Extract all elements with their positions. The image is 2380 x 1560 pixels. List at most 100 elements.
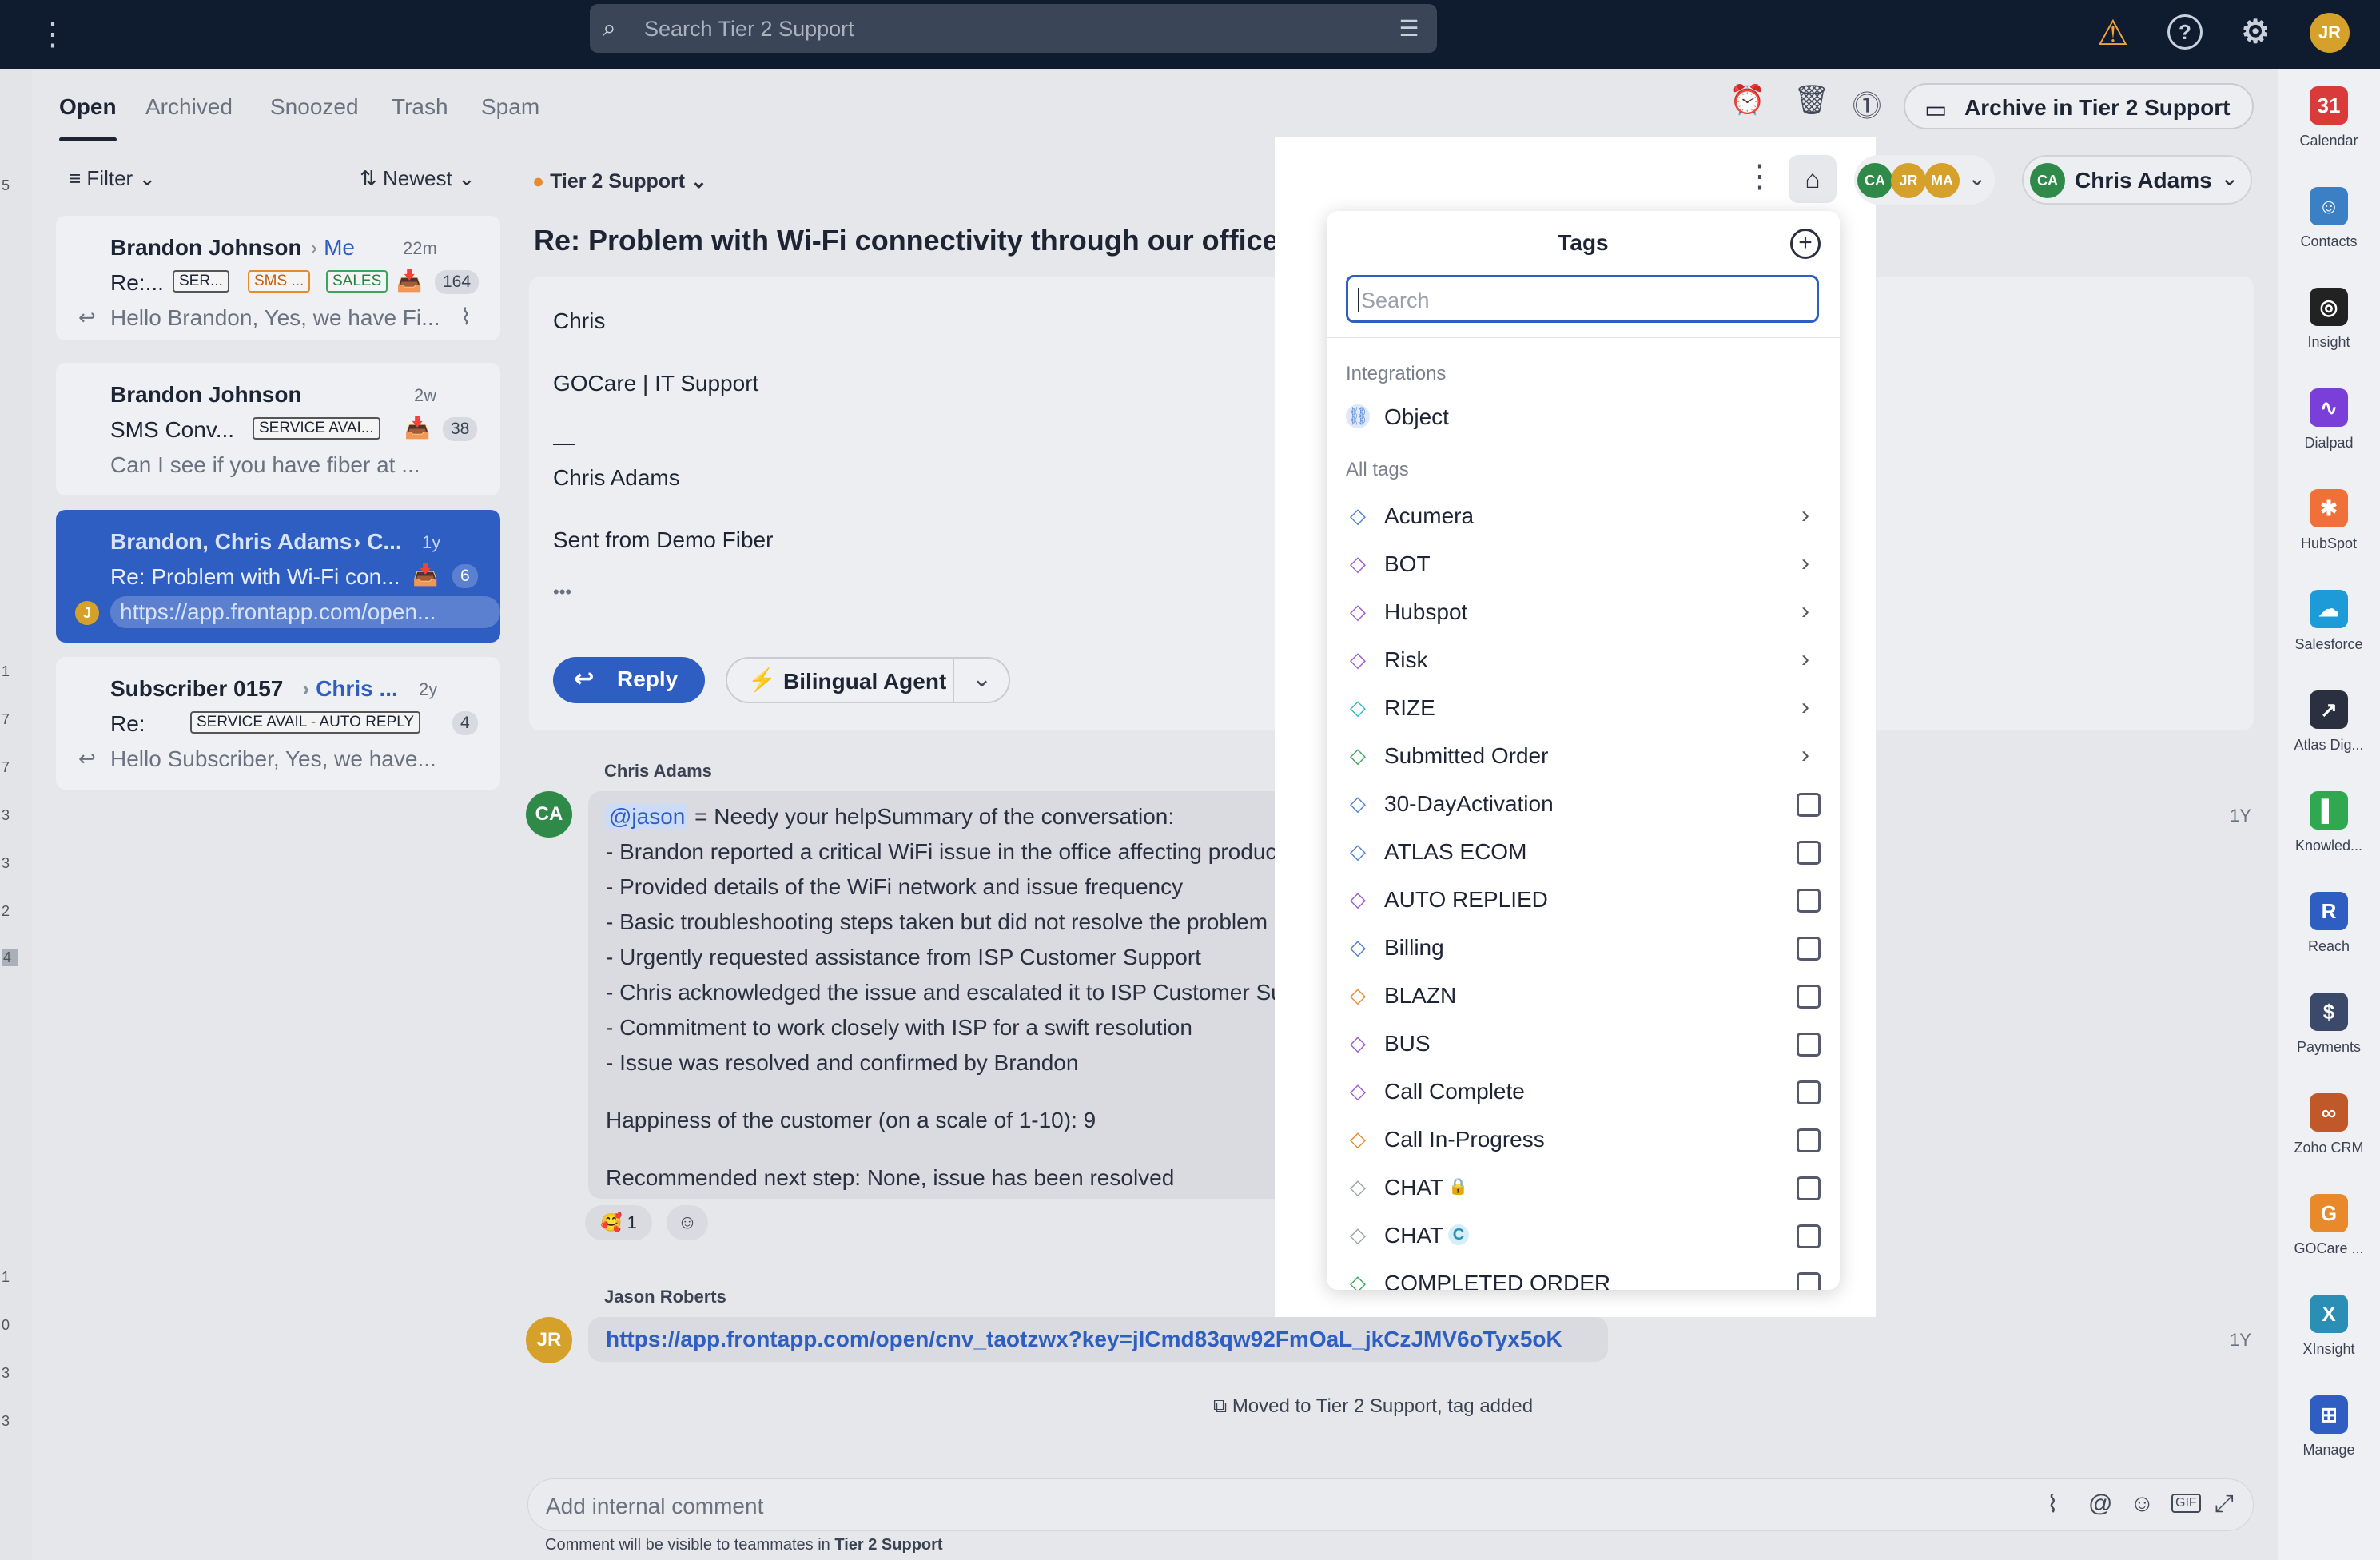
tag-checkbox[interactable] — [1797, 985, 1821, 1009]
tag-item[interactable]: ◇ Billing — [1327, 925, 1840, 973]
app-insight[interactable]: ◎ Insight — [2278, 288, 2380, 351]
conversation-item[interactable]: Brandon Johnson › Me 22m Re:... SER... S… — [56, 216, 500, 340]
filter-icon[interactable]: ☰ — [1395, 15, 1423, 42]
help-icon[interactable]: ? — [2167, 14, 2203, 50]
tag-checkbox[interactable] — [1797, 937, 1821, 961]
reply-button[interactable]: ↩ Reply — [553, 657, 705, 703]
app-dialpad[interactable]: ∿ Dialpad — [2278, 388, 2380, 452]
tag-checkbox[interactable] — [1797, 1128, 1821, 1152]
tag-item[interactable]: ◇ Call Complete — [1327, 1069, 1840, 1117]
app-gocare[interactable]: G GOCare ... — [2278, 1194, 2380, 1257]
link-message-time: 1Y — [2230, 1330, 2251, 1350]
tag-item[interactable]: ◇ Acumera › — [1327, 494, 1840, 542]
app-atlas-dig[interactable]: ↗ Atlas Dig... — [2278, 690, 2380, 754]
tag-item[interactable]: ◇ 30-DayActivation — [1327, 782, 1840, 830]
snooze-alarm-icon[interactable]: ⏰ — [1729, 83, 1765, 117]
integration-item-object[interactable]: ⛓ Object — [1327, 395, 1840, 443]
comment-input[interactable]: Add internal comment — [546, 1494, 763, 1519]
tag-icon: ◇ — [1350, 695, 1366, 719]
tag-item[interactable]: ◇ RIZE › — [1327, 686, 1840, 734]
app-salesforce[interactable]: ☁ Salesforce — [2278, 590, 2380, 653]
app-knowled[interactable]: ▌ Knowled... — [2278, 791, 2380, 854]
conversation-item[interactable]: Subscriber 0157 › Chris ... 2y Re: SERVI… — [56, 657, 500, 790]
main-menu-icon[interactable]: ⋮ — [37, 14, 69, 54]
gif-icon[interactable]: GIF — [2171, 1494, 2201, 1513]
tag-item[interactable]: ◇ ATLAS ECOM — [1327, 830, 1840, 878]
app-manage[interactable]: ⊞ Manage — [2278, 1395, 2380, 1459]
tag-checkbox[interactable] — [1797, 1272, 1821, 1290]
app-calendar[interactable]: 31 Calendar — [2278, 86, 2380, 149]
tag-icon: ◇ — [1350, 599, 1366, 623]
app-zoho-crm[interactable]: ∞ Zoho CRM — [2278, 1093, 2380, 1156]
at-mention-icon[interactable]: @ — [2088, 1490, 2112, 1518]
tag-icon[interactable]: ⌂ — [1789, 155, 1837, 203]
app-reach[interactable]: R Reach — [2278, 892, 2380, 955]
conversation-item-selected[interactable]: Brandon, Chris Adams › C... 1y Re: Probl… — [56, 510, 500, 643]
tag-item[interactable]: ◇ Call In-Progress — [1327, 1117, 1840, 1165]
comment-next-step: Recommended next step: None, issue has b… — [606, 1165, 1175, 1190]
reply-button-label: Reply — [617, 667, 679, 691]
app-icon: 31 — [2310, 86, 2348, 125]
tab-open[interactable]: Open — [59, 94, 117, 120]
bilingual-agent-button[interactable]: ⚡ Bilingual Agent ⌄ — [726, 657, 1010, 703]
app-icon: ⊞ — [2310, 1395, 2348, 1434]
tag-item[interactable]: ◇ AUTO REPLIED — [1327, 878, 1840, 925]
tag-item[interactable]: ◇ CHAT 🔒 — [1327, 1165, 1840, 1213]
app-xinsight[interactable]: X XInsight — [2278, 1295, 2380, 1358]
inbox-selector[interactable]: ● Tier 2 Support ⌄ — [532, 169, 707, 193]
conversation-item[interactable]: Brandon Johnson 2w SMS Conv... SERVICE A… — [56, 363, 500, 495]
tag-checkbox[interactable] — [1797, 793, 1821, 817]
participant-avatars[interactable]: CA JR MA ⌄ — [1854, 155, 1995, 205]
show-more-dots[interactable]: ••• — [553, 582, 571, 603]
tag-item[interactable]: ◇ Submitted Order › — [1327, 734, 1840, 782]
tag-checkbox[interactable] — [1797, 1080, 1821, 1104]
spam-alert-icon[interactable]: ⓵ — [1853, 83, 1881, 125]
move-icon: ⧉ — [1213, 1395, 1232, 1417]
global-search[interactable]: ⌕ Search Tier 2 Support ☰ — [590, 4, 1437, 53]
trash-icon[interactable]: 🗑 — [1793, 83, 1830, 117]
tab-snoozed[interactable]: Snoozed — [270, 94, 359, 120]
attachment-icon[interactable]: ⌇ — [2047, 1490, 2059, 1518]
user-avatar[interactable]: JR — [2310, 13, 2350, 53]
tab-spam[interactable]: Spam — [481, 94, 539, 120]
app-contacts[interactable]: ☺ Contacts — [2278, 187, 2380, 250]
more-options-icon[interactable]: ⋮ — [1744, 158, 1776, 195]
internal-comment-composer[interactable]: Add internal comment ⌇ @ ☺ GIF ⤢ — [527, 1478, 2254, 1531]
chevron-down-icon[interactable]: ⌄ — [972, 665, 992, 693]
search-input[interactable]: Search Tier 2 Support — [644, 17, 854, 42]
archive-button[interactable]: ▭ Archive in Tier 2 Support — [1904, 83, 2254, 129]
app-hubspot[interactable]: ✱ HubSpot — [2278, 489, 2380, 552]
tag-item[interactable]: ◇ CHAT C — [1327, 1213, 1840, 1261]
tag-item[interactable]: ◇ Hubspot › — [1327, 590, 1840, 638]
filter-dropdown[interactable]: ≡ Filter ⌄ — [69, 166, 156, 191]
tag-item[interactable]: ◇ BOT › — [1327, 542, 1840, 590]
tag-checkbox[interactable] — [1797, 1033, 1821, 1057]
tag-item[interactable]: ◇ BUS — [1327, 1021, 1840, 1069]
emoji-icon[interactable]: ☺ — [2130, 1490, 2155, 1518]
app-payments[interactable]: $ Payments — [2278, 993, 2380, 1056]
sort-dropdown[interactable]: ⇅ Newest ⌄ — [360, 166, 476, 191]
add-tag-icon[interactable]: + — [1790, 229, 1821, 259]
participant-avatar: JR — [1891, 163, 1926, 198]
tag-checkbox[interactable] — [1797, 1224, 1821, 1248]
tag-checkbox[interactable] — [1797, 841, 1821, 865]
shared-link[interactable]: https://app.frontapp.com/open/cnv_taotzw… — [606, 1327, 1562, 1352]
gear-icon[interactable]: ⚙ — [2238, 14, 2273, 50]
tab-archived[interactable]: Archived — [145, 94, 233, 120]
tag-checkbox[interactable] — [1797, 1176, 1821, 1200]
emoji-reaction[interactable]: 🥰 1 — [585, 1205, 652, 1240]
tag-search-input[interactable]: Search — [1346, 275, 1819, 323]
tag-item[interactable]: ◇ COMPLETED ORDER — [1327, 1261, 1840, 1290]
inbox-tray-icon: 📥 — [404, 416, 431, 440]
tab-trash[interactable]: Trash — [392, 94, 448, 120]
tag-item[interactable]: ◇ BLAZN — [1327, 973, 1840, 1021]
chevron-right-icon: › — [1801, 694, 1809, 720]
assignee-dropdown[interactable]: CA Chris Adams ⌄ — [2022, 155, 2252, 205]
add-reaction-icon[interactable]: ☺ — [667, 1205, 708, 1240]
conversation-name: Subscriber 0157 — [110, 676, 284, 701]
tag-checkbox[interactable] — [1797, 889, 1821, 913]
expand-icon[interactable]: ⤢ — [2215, 1490, 2234, 1518]
tag-item[interactable]: ◇ Risk › — [1327, 638, 1840, 686]
warning-icon[interactable]: ⚠ — [2097, 13, 2128, 54]
mention-chip[interactable]: @jason — [606, 804, 689, 829]
